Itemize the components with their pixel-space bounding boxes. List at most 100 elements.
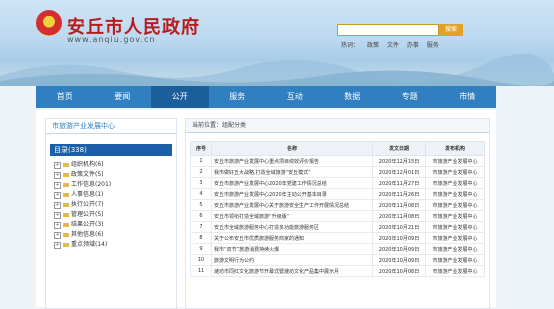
tree-item[interactable]: + 工作信息(201): [54, 180, 176, 190]
row-publisher: 市旅游产业发展中心: [425, 254, 485, 266]
row-title-link[interactable]: 安丘市领衔打造全域旅游“升级版”: [211, 210, 373, 222]
nav-news[interactable]: 要闻: [94, 86, 152, 108]
sidebar: 市旅游产业发展中心 目录(338) + 组织机构(6) + 政策文件(5) + 工作信…: [45, 118, 177, 309]
row-title-link[interactable]: 潍坊市同红文化旅游节开幕式暨潍坊文化产品集中展示月: [211, 265, 373, 277]
row-date: 2020年10月08日: [372, 265, 426, 277]
catalog-header[interactable]: 目录(338): [50, 144, 172, 156]
expand-icon[interactable]: +: [54, 221, 61, 229]
table-row: 11 潍坊市同红文化旅游节开幕式暨潍坊文化产品集中展示月 2020年10月08日 市旅…: [190, 265, 485, 277]
tree-label: 政策文件(5): [71, 171, 104, 178]
row-date: 2020年10月21日: [372, 221, 426, 233]
tree-item[interactable]: + 重点领域(14): [54, 240, 176, 250]
search-button[interactable]: 搜索: [439, 24, 463, 36]
row-date: 2020年11月08日: [372, 210, 426, 222]
table-row: 3 安丘市旅游产业发展中心2020年党建工作情况总结 2020年11月27日 市旅游产…: [190, 177, 485, 189]
nav-home[interactable]: 首页: [36, 86, 94, 108]
row-title-link[interactable]: 安丘市旅游产业发展中心2020年党建工作情况总结: [211, 177, 373, 189]
expand-icon[interactable]: +: [54, 161, 61, 169]
row-index: 7: [190, 221, 212, 233]
row-publisher: 市旅游产业发展中心: [425, 155, 485, 167]
row-title-link[interactable]: 安丘市全域旅游服务中心打造多功能旅游服务区: [211, 221, 373, 233]
row-index: 11: [190, 265, 212, 277]
catalog-tree: + 组织机构(6) + 政策文件(5) + 工作信息(201) + 人事信息(1) + 执…: [54, 160, 176, 250]
hotword-link[interactable]: 服务: [427, 42, 439, 49]
row-publisher: 市旅游产业发展中心: [425, 221, 485, 233]
tree-item[interactable]: + 人事信息(1): [54, 190, 176, 200]
row-title-link[interactable]: 我市做好五大战略,打造全域旅游“安丘模式”: [211, 166, 373, 178]
row-index: 4: [190, 188, 212, 200]
row-date: 2020年10月09日: [372, 243, 426, 255]
folder-icon: [63, 183, 69, 187]
row-title-link[interactable]: 我市“双节”旅游消费持续火爆: [211, 243, 373, 255]
table-row: 8 关于公布安丘市优质旅游服务商家的通知 2020年10月09日 市旅游产业发展中心: [190, 232, 485, 244]
folder-icon: [63, 173, 69, 177]
nav-service[interactable]: 服务: [209, 86, 267, 108]
folder-icon: [63, 163, 69, 167]
table-row: 7 安丘市全域旅游服务中心打造多功能旅游服务区 2020年10月21日 市旅游产业发展…: [190, 221, 485, 233]
row-title-link[interactable]: 关于公布安丘市优质旅游服务商家的通知: [211, 232, 373, 244]
tree-label: 管理公开(5): [71, 211, 104, 218]
site-url: www.anqiu.gov.cn: [67, 35, 156, 44]
tree-item[interactable]: + 其他信息(6): [54, 230, 176, 240]
tree-label: 执行公开(7): [71, 201, 104, 208]
site-header: 安丘市人民政府 www.anqiu.gov.cn 搜索 热词： 政策 文件 办事…: [0, 0, 554, 86]
row-title-link[interactable]: 旅游文明行为公约: [211, 254, 373, 266]
row-date: 2020年12月01日: [372, 166, 426, 178]
folder-icon: [63, 223, 69, 227]
row-publisher: 市旅游产业发展中心: [425, 210, 485, 222]
row-index: 9: [190, 243, 212, 255]
col-date-header: 发文日期: [372, 141, 426, 156]
row-publisher: 市旅游产业发展中心: [425, 265, 485, 277]
expand-icon[interactable]: +: [54, 181, 61, 189]
row-index: 2: [190, 166, 212, 178]
nav-city-info[interactable]: 市情: [439, 86, 497, 108]
tree-label: 重点领域(14): [71, 241, 108, 248]
expand-icon[interactable]: +: [54, 211, 61, 219]
document-table: 序号 名称 发文日期 发布机构 1 安丘市旅游产业发展中心重点项目绩效评价报告 20…: [190, 141, 485, 277]
hotwords: 热词： 政策 文件 办事 服务: [341, 40, 445, 49]
tree-item[interactable]: + 组织机构(6): [54, 160, 176, 170]
row-publisher: 市旅游产业发展中心: [425, 232, 485, 244]
hotword-link[interactable]: 办事: [407, 42, 419, 49]
row-index: 3: [190, 177, 212, 189]
nav-topics[interactable]: 专题: [381, 86, 439, 108]
search-input[interactable]: [337, 24, 439, 36]
row-title-link[interactable]: 安丘市旅游产业发展中心关于旅游安全生产工作开展情况总结: [211, 199, 373, 211]
main-nav: 首页 要闻 公开 服务 互动 数据 专题 市情: [36, 86, 496, 108]
row-date: 2020年10月09日: [372, 254, 426, 266]
hotword-link[interactable]: 政策: [367, 42, 379, 49]
row-date: 2020年11月26日: [372, 188, 426, 200]
expand-icon[interactable]: +: [54, 171, 61, 179]
table-row: 2 我市做好五大战略,打造全域旅游“安丘模式” 2020年12月01日 市旅游产业发展…: [190, 166, 485, 178]
tree-label: 结果公开(3): [71, 221, 104, 228]
tree-item[interactable]: + 执行公开(7): [54, 200, 176, 210]
main-content: 市旅游产业发展中心 目录(338) + 组织机构(6) + 政策文件(5) + 工作信…: [36, 110, 496, 309]
expand-icon[interactable]: +: [54, 191, 61, 199]
table-row: 6 安丘市领衔打造全域旅游“升级版” 2020年11月08日 市旅游产业发展中心: [190, 210, 485, 222]
row-index: 1: [190, 155, 212, 167]
content-panel: 当前位置：组配分类 序号 名称 发文日期 发布机构 1 安丘市旅游产业发展中心重点…: [185, 118, 490, 309]
tree-label: 工作信息(201): [71, 181, 112, 188]
row-publisher: 市旅游产业发展中心: [425, 188, 485, 200]
nav-data[interactable]: 数据: [324, 86, 382, 108]
tree-item[interactable]: + 政策文件(5): [54, 170, 176, 180]
row-publisher: 市旅游产业发展中心: [425, 166, 485, 178]
nav-interaction[interactable]: 互动: [266, 86, 324, 108]
row-index: 6: [190, 210, 212, 222]
hotword-link[interactable]: 文件: [387, 42, 399, 49]
nav-public[interactable]: 公开: [151, 86, 209, 108]
tree-item[interactable]: + 管理公开(5): [54, 210, 176, 220]
table-row: 5 安丘市旅游产业发展中心关于旅游安全生产工作开展情况总结 2020年11月08日市…: [190, 199, 485, 211]
row-title-link[interactable]: 安丘市旅游产业发展中心重点项目绩效评价报告: [211, 155, 373, 167]
expand-icon[interactable]: +: [54, 231, 61, 239]
row-title-link[interactable]: 安丘市旅游产业发展中心2020年主动公开基本目录: [211, 188, 373, 200]
row-date: 2020年12月15日: [372, 155, 426, 167]
expand-icon[interactable]: +: [54, 201, 61, 209]
row-index: 10: [190, 254, 212, 266]
row-index: 8: [190, 232, 212, 244]
col-publisher-header: 发布机构: [425, 141, 485, 156]
expand-icon[interactable]: +: [54, 241, 61, 249]
tree-item[interactable]: + 结果公开(3): [54, 220, 176, 230]
row-date: 2020年10月09日: [372, 232, 426, 244]
table-row: 9 我市“双节”旅游消费持续火爆 2020年10月09日 市旅游产业发展中心: [190, 243, 485, 255]
